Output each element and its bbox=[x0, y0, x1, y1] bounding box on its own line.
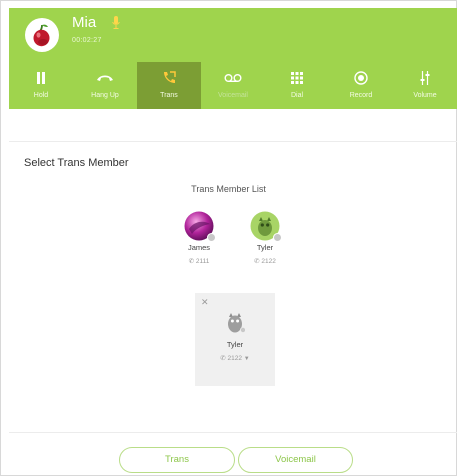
selected-member-avatar bbox=[225, 312, 246, 333]
phone-icon: ✆ bbox=[220, 355, 226, 362]
volume-sliders-icon bbox=[420, 71, 430, 85]
phone-icon: ✆ bbox=[254, 258, 260, 265]
owl-avatar-icon bbox=[228, 313, 246, 333]
member-extension: ✆ 2111 bbox=[188, 258, 210, 265]
member-name: James bbox=[187, 243, 211, 252]
call-timer: 00:02:27 bbox=[72, 37, 102, 44]
member-james[interactable]: James ✆ 2111 bbox=[169, 211, 229, 265]
caret-down-icon[interactable]: ▼ bbox=[244, 356, 250, 362]
dial-label: Dial bbox=[290, 92, 304, 99]
member-extension: ✆ 2122 bbox=[254, 258, 276, 265]
volume-button[interactable]: Volume bbox=[393, 62, 457, 109]
voicemail-icon bbox=[224, 74, 242, 83]
volume-label: Volume bbox=[413, 92, 437, 99]
status-dot bbox=[207, 233, 216, 242]
trans-tab-label: Trans bbox=[160, 92, 178, 99]
hang-up-button[interactable]: Hang Up bbox=[73, 62, 137, 109]
record-button[interactable]: Record bbox=[329, 62, 393, 109]
record-label: Record bbox=[349, 92, 373, 99]
voicemail-tab-label: Voicemail bbox=[218, 92, 248, 99]
record-icon bbox=[354, 71, 368, 85]
caller-name: Mia bbox=[72, 14, 97, 31]
close-icon[interactable]: ✕ bbox=[201, 297, 209, 308]
pause-icon bbox=[37, 72, 45, 84]
member-avatar bbox=[184, 211, 216, 242]
call-toolbar: Hold Hang Up Trans Voicemail Dial Record… bbox=[9, 62, 457, 109]
selected-member-card: ✕ Tyler ✆ 2122 ▼ bbox=[195, 293, 275, 386]
trans-button[interactable]: Trans bbox=[119, 447, 235, 473]
status-dot bbox=[273, 233, 282, 242]
phone-icon: ✆ bbox=[188, 258, 195, 265]
trans-tab[interactable]: Trans bbox=[137, 62, 201, 109]
voicemail-tab[interactable]: Voicemail bbox=[201, 62, 265, 109]
member-tyler[interactable]: Tyler ✆ 2122 bbox=[235, 211, 295, 265]
member-avatar bbox=[250, 211, 282, 242]
phone-transfer-icon bbox=[164, 71, 176, 83]
voicemail-button[interactable]: Voicemail bbox=[238, 447, 353, 473]
hold-label: Hold bbox=[33, 92, 49, 99]
section-title: Select Trans Member bbox=[24, 157, 129, 169]
cherry-avatar-icon bbox=[33, 24, 50, 47]
hold-button[interactable]: Hold bbox=[9, 62, 73, 109]
footer-divider bbox=[9, 432, 457, 433]
dial-button[interactable]: Dial bbox=[265, 62, 329, 109]
phone-hangup-icon bbox=[97, 75, 113, 81]
caller-avatar bbox=[25, 18, 59, 52]
hang-up-label: Hang Up bbox=[91, 92, 119, 99]
member-name: Tyler bbox=[256, 243, 274, 252]
dialpad-icon bbox=[291, 72, 303, 84]
microphone-icon[interactable] bbox=[112, 16, 120, 30]
call-header: Mia 00:02:27 bbox=[9, 8, 457, 62]
selected-member-name: Tyler bbox=[226, 340, 244, 349]
content-divider bbox=[9, 141, 457, 142]
member-list-title: Trans Member List bbox=[191, 184, 266, 194]
selected-member-extension[interactable]: ✆ 2122 ▼ bbox=[195, 354, 275, 362]
